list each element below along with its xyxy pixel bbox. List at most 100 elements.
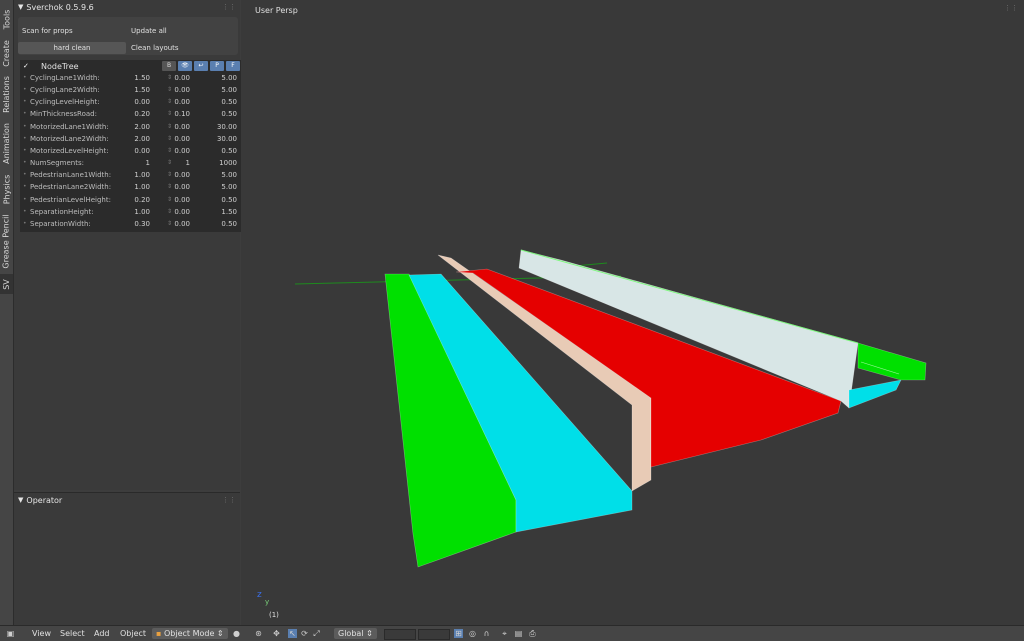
prop-min[interactable]: 0.00 [150, 147, 190, 155]
3d-viewport[interactable]: User Persp ⋮⋮ z y (1) [241, 0, 1024, 625]
prop-value[interactable]: 0.00 [110, 147, 150, 155]
rotate-icon[interactable]: ⟳ [300, 629, 309, 638]
prop-row[interactable]: • CyclingLane2Width: 1.50 ⇕ 0.00 5.00 [20, 85, 242, 97]
layers-grid[interactable] [384, 629, 416, 640]
prop-value[interactable]: 1.50 [110, 86, 150, 94]
shading-icon[interactable]: ● [232, 629, 241, 638]
editor-type-icon[interactable]: ▣ [6, 629, 15, 638]
prop-value[interactable]: 0.00 [110, 98, 150, 106]
prop-row[interactable]: • MinThicknessRoad: 0.20 ⇕ 0.10 0.50 [20, 109, 242, 121]
check-icon[interactable]: ✓ [23, 62, 31, 70]
prop-value[interactable]: 2.00 [110, 135, 150, 143]
hard-clean-button[interactable]: hard clean [18, 42, 126, 54]
prop-row[interactable]: • NumSegments: 1 ⇕ 1 1000 [20, 158, 242, 170]
pivot-icon[interactable]: ⊛ [254, 629, 263, 638]
nodetree-row[interactable]: ✓ NodeTree B 👁 ↩ P F [20, 60, 242, 72]
prop-row[interactable]: • SeparationHeight: 1.00 ⇕ 0.00 1.50 [20, 207, 242, 219]
translate-icon[interactable]: ↖ [288, 629, 297, 638]
orientation-select[interactable]: Global ⇕ [334, 628, 377, 639]
prop-value[interactable]: 0.30 [110, 220, 150, 228]
prop-value[interactable]: 0.20 [110, 196, 150, 204]
prop-min[interactable]: 1 [150, 159, 190, 167]
prop-value[interactable]: 1.00 [110, 183, 150, 191]
prop-row[interactable]: • MotorizedLane1Width: 2.00 ⇕ 0.00 30.00 [20, 122, 242, 134]
prop-min[interactable]: 0.00 [150, 171, 190, 179]
operator-panel-header[interactable]: ▼ Operator ⋮⋮ [14, 493, 240, 507]
layer-lock-icon[interactable]: ⊞ [454, 629, 463, 638]
tab-tools-label: Tools [2, 9, 11, 29]
mode-select[interactable]: ▪ Object Mode ⇕ [152, 628, 228, 639]
manipulator-icon[interactable]: ✥ [272, 629, 281, 638]
prop-max[interactable]: 0.50 [197, 110, 237, 118]
prop-row[interactable]: • MotorizedLevelHeight: 0.00 ⇕ 0.00 0.50 [20, 146, 242, 158]
undo-icon[interactable]: ↩ [194, 61, 208, 71]
layers-grid-2[interactable] [418, 629, 450, 640]
prop-max[interactable]: 0.50 [197, 147, 237, 155]
snap-icon[interactable]: ∩ [482, 629, 491, 638]
collapse-triangle-icon[interactable]: ▼ [18, 3, 23, 11]
prop-row[interactable]: • PedestrianLane1Width: 1.00 ⇕ 0.00 5.00 [20, 170, 242, 182]
tab-tools[interactable]: Tools [0, 4, 13, 34]
prop-min[interactable]: 0.00 [150, 196, 190, 204]
prop-max[interactable]: 0.50 [197, 220, 237, 228]
prop-max[interactable]: 5.00 [197, 183, 237, 191]
eye-icon[interactable]: 👁 [178, 61, 192, 71]
menu-view[interactable]: View [32, 628, 51, 639]
prop-max[interactable]: 1.50 [197, 208, 237, 216]
collapse-triangle-icon[interactable]: ▼ [18, 496, 23, 504]
freeze-toggle[interactable]: F [226, 61, 240, 71]
prop-value[interactable]: 1.00 [110, 208, 150, 216]
prop-max[interactable]: 1000 [197, 159, 237, 167]
update-all-button[interactable]: Update all [131, 25, 167, 37]
prop-min[interactable]: 0.00 [150, 86, 190, 94]
proportional-edit-icon[interactable]: ◎ [468, 629, 477, 638]
prop-max[interactable]: 30.00 [197, 123, 237, 131]
menu-add[interactable]: Add [94, 628, 110, 639]
prop-max[interactable]: 0.50 [197, 196, 237, 204]
prop-min[interactable]: 0.10 [150, 110, 190, 118]
tab-grease-pencil[interactable]: Grease Pencil [0, 211, 13, 271]
tab-sv[interactable]: SV [0, 274, 13, 294]
prop-min[interactable]: 0.00 [150, 183, 190, 191]
prop-max[interactable]: 5.00 [197, 86, 237, 94]
scan-for-props-button[interactable]: Scan for props [22, 25, 73, 37]
scale-icon[interactable]: ⤢ [312, 629, 321, 638]
prop-row[interactable]: • CyclingLevelHeight: 0.00 ⇕ 0.00 0.50 [20, 97, 242, 109]
prop-max[interactable]: 0.50 [197, 98, 237, 106]
tab-create[interactable]: Create [0, 37, 13, 69]
menu-select[interactable]: Select [60, 628, 85, 639]
prop-value[interactable]: 2.00 [110, 123, 150, 131]
prop-row[interactable]: • MotorizedLane2Width: 2.00 ⇕ 0.00 30.00 [20, 134, 242, 146]
prop-min[interactable]: 0.00 [150, 123, 190, 131]
drag-grip-icon[interactable]: ⋮⋮ [222, 3, 236, 11]
prop-row[interactable]: • SeparationWidth: 0.30 ⇕ 0.00 0.50 [20, 219, 242, 231]
prop-min[interactable]: 0.00 [150, 220, 190, 228]
prop-min[interactable]: 0.00 [150, 208, 190, 216]
camera-icon[interactable]: ⎙ [528, 629, 537, 638]
prop-max[interactable]: 5.00 [197, 74, 237, 82]
tab-physics[interactable]: Physics [0, 170, 13, 208]
pedestrian-lane-2 [857, 342, 927, 381]
prop-row[interactable]: • PedestrianLane2Width: 1.00 ⇕ 0.00 5.00 [20, 182, 242, 194]
menu-object[interactable]: Object [120, 628, 146, 639]
process-toggle[interactable]: P [210, 61, 224, 71]
prop-value[interactable]: 0.20 [110, 110, 150, 118]
drag-grip-icon[interactable]: ⋮⋮ [222, 496, 236, 504]
prop-max[interactable]: 5.00 [197, 171, 237, 179]
prop-row[interactable]: • PedestrianLevelHeight: 0.20 ⇕ 0.00 0.50 [20, 195, 242, 207]
prop-min[interactable]: 0.00 [150, 74, 190, 82]
bake-toggle[interactable]: B [162, 61, 176, 71]
tab-relations[interactable]: Relations [0, 72, 13, 116]
tab-animation[interactable]: Animation [0, 119, 13, 167]
prop-min[interactable]: 0.00 [150, 98, 190, 106]
sverchok-panel-header[interactable]: ▼ Sverchok 0.5.9.6 ⋮⋮ [14, 0, 240, 14]
prop-value[interactable]: 1.50 [110, 74, 150, 82]
prop-value[interactable]: 1.00 [110, 171, 150, 179]
clean-layouts-button[interactable]: Clean layouts [131, 42, 179, 54]
render-icon[interactable]: ▤ [514, 629, 523, 638]
snap-target-icon[interactable]: ⌖ [500, 629, 509, 638]
prop-min[interactable]: 0.00 [150, 135, 190, 143]
prop-row[interactable]: • CyclingLane1Width: 1.50 ⇕ 0.00 5.00 [20, 73, 242, 85]
prop-max[interactable]: 30.00 [197, 135, 237, 143]
prop-value[interactable]: 1 [110, 159, 150, 167]
